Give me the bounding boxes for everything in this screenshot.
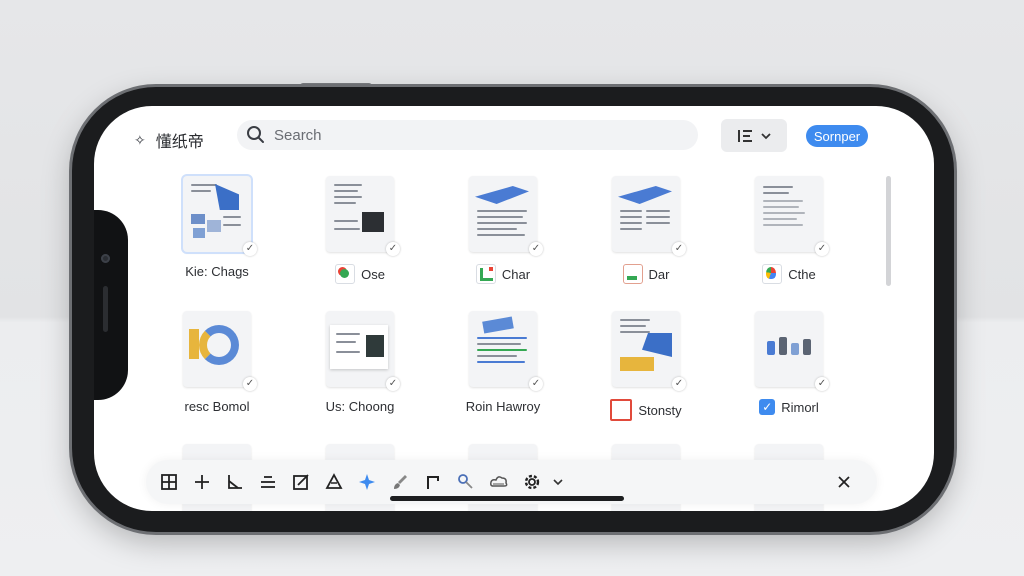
check-icon: ✓ <box>672 242 686 256</box>
app-title: 懂纸帝 <box>155 132 204 151</box>
search-bar[interactable] <box>237 120 698 150</box>
blue-check-icon: ✓ <box>759 399 776 415</box>
scrollbar-thumb[interactable] <box>886 176 891 286</box>
check-icon: ✓ <box>529 242 543 256</box>
phone-notch <box>94 210 128 400</box>
search-path-icon[interactable] <box>454 470 478 494</box>
file-name: Kie: Chags <box>185 264 249 279</box>
home-indicator[interactable] <box>390 496 624 501</box>
check-icon: ✓ <box>243 377 257 391</box>
file-name: Char <box>501 266 531 282</box>
file-name: Stonsty <box>638 402 682 418</box>
file-name: Rimorl <box>781 399 819 415</box>
file-name: Dar <box>648 266 670 282</box>
list-view-icon <box>738 129 752 142</box>
file-item[interactable]: ✓ Dar <box>575 176 717 284</box>
check-icon: ✓ <box>386 377 400 391</box>
view-toggle-button[interactable] <box>721 119 787 152</box>
check-icon: ✓ <box>529 377 543 391</box>
file-item[interactable]: ✓ Us: Choong <box>289 311 431 414</box>
green-app-icon <box>335 264 356 284</box>
settings-icon[interactable] <box>520 470 544 494</box>
file-thumbnail: ✓ <box>755 176 829 256</box>
primary-action-button[interactable]: Sornper <box>806 125 868 147</box>
close-icon[interactable] <box>832 470 856 494</box>
file-thumbnail: ✓ <box>183 311 257 391</box>
file-name: Us: Choong <box>325 399 395 414</box>
file-thumbnail: ✓ <box>755 311 829 391</box>
speaker-grille <box>103 286 108 332</box>
camera-icon <box>101 254 110 263</box>
file-item[interactable]: ✓ resc Bomol <box>146 311 288 414</box>
brush-icon[interactable] <box>388 470 412 494</box>
check-icon: ✓ <box>672 377 686 391</box>
chevron-down-icon <box>761 132 771 139</box>
file-thumbnail: ✓ <box>612 311 686 391</box>
check-icon: ✓ <box>815 377 829 391</box>
app-screen: ✧ 懂纸帝 Sornper <box>94 106 934 511</box>
shapes-icon[interactable] <box>322 470 346 494</box>
file-name: Roin Hawroy <box>465 399 541 414</box>
check-icon: ✓ <box>243 242 257 256</box>
slides-red-icon <box>610 399 633 421</box>
grid-icon[interactable] <box>157 470 181 494</box>
file-item[interactable]: ✓ ✓ Rimorl <box>718 311 860 415</box>
file-name: resc Bomol <box>184 399 250 414</box>
plus-icon[interactable] <box>190 470 214 494</box>
file-item[interactable]: ✓ Stonsty <box>575 311 717 421</box>
angle-icon[interactable] <box>223 470 247 494</box>
file-item[interactable]: ✓ Ose <box>289 176 431 284</box>
file-thumbnail: ✓ <box>612 176 686 256</box>
align-icon[interactable] <box>256 470 280 494</box>
chevron-down-icon[interactable] <box>546 470 570 494</box>
file-thumbnail: ✓ <box>326 311 400 391</box>
connector-icon[interactable] <box>421 470 445 494</box>
file-thumbnail: ✓ <box>183 176 257 256</box>
file-name: Ose <box>361 266 385 282</box>
edit-icon[interactable] <box>289 470 313 494</box>
app-logo: ✧ 懂纸帝 <box>134 128 204 152</box>
file-item[interactable]: ✓ Cthe <box>718 176 860 284</box>
check-icon: ✓ <box>815 242 829 256</box>
file-item[interactable]: ✓ Roin Hawroy <box>432 311 574 414</box>
file-thumbnail: ✓ <box>469 176 543 256</box>
sparkle-icon[interactable] <box>355 470 379 494</box>
sparkle-icon: ✧ <box>134 131 146 148</box>
file-name: Cthe <box>788 266 816 282</box>
check-icon: ✓ <box>386 242 400 256</box>
file-thumbnail: ✓ <box>326 176 400 256</box>
sheets-icon <box>475 264 496 284</box>
multicolor-app-icon <box>762 264 783 284</box>
file-item[interactable]: ✓ Kie: Chags <box>146 176 288 279</box>
search-input[interactable] <box>272 125 676 145</box>
search-icon <box>247 126 264 143</box>
cloud-icon[interactable] <box>487 470 511 494</box>
file-thumbnail: ✓ <box>469 311 543 391</box>
file-red-icon <box>622 264 643 284</box>
file-item[interactable]: ✓ Char <box>432 176 574 284</box>
